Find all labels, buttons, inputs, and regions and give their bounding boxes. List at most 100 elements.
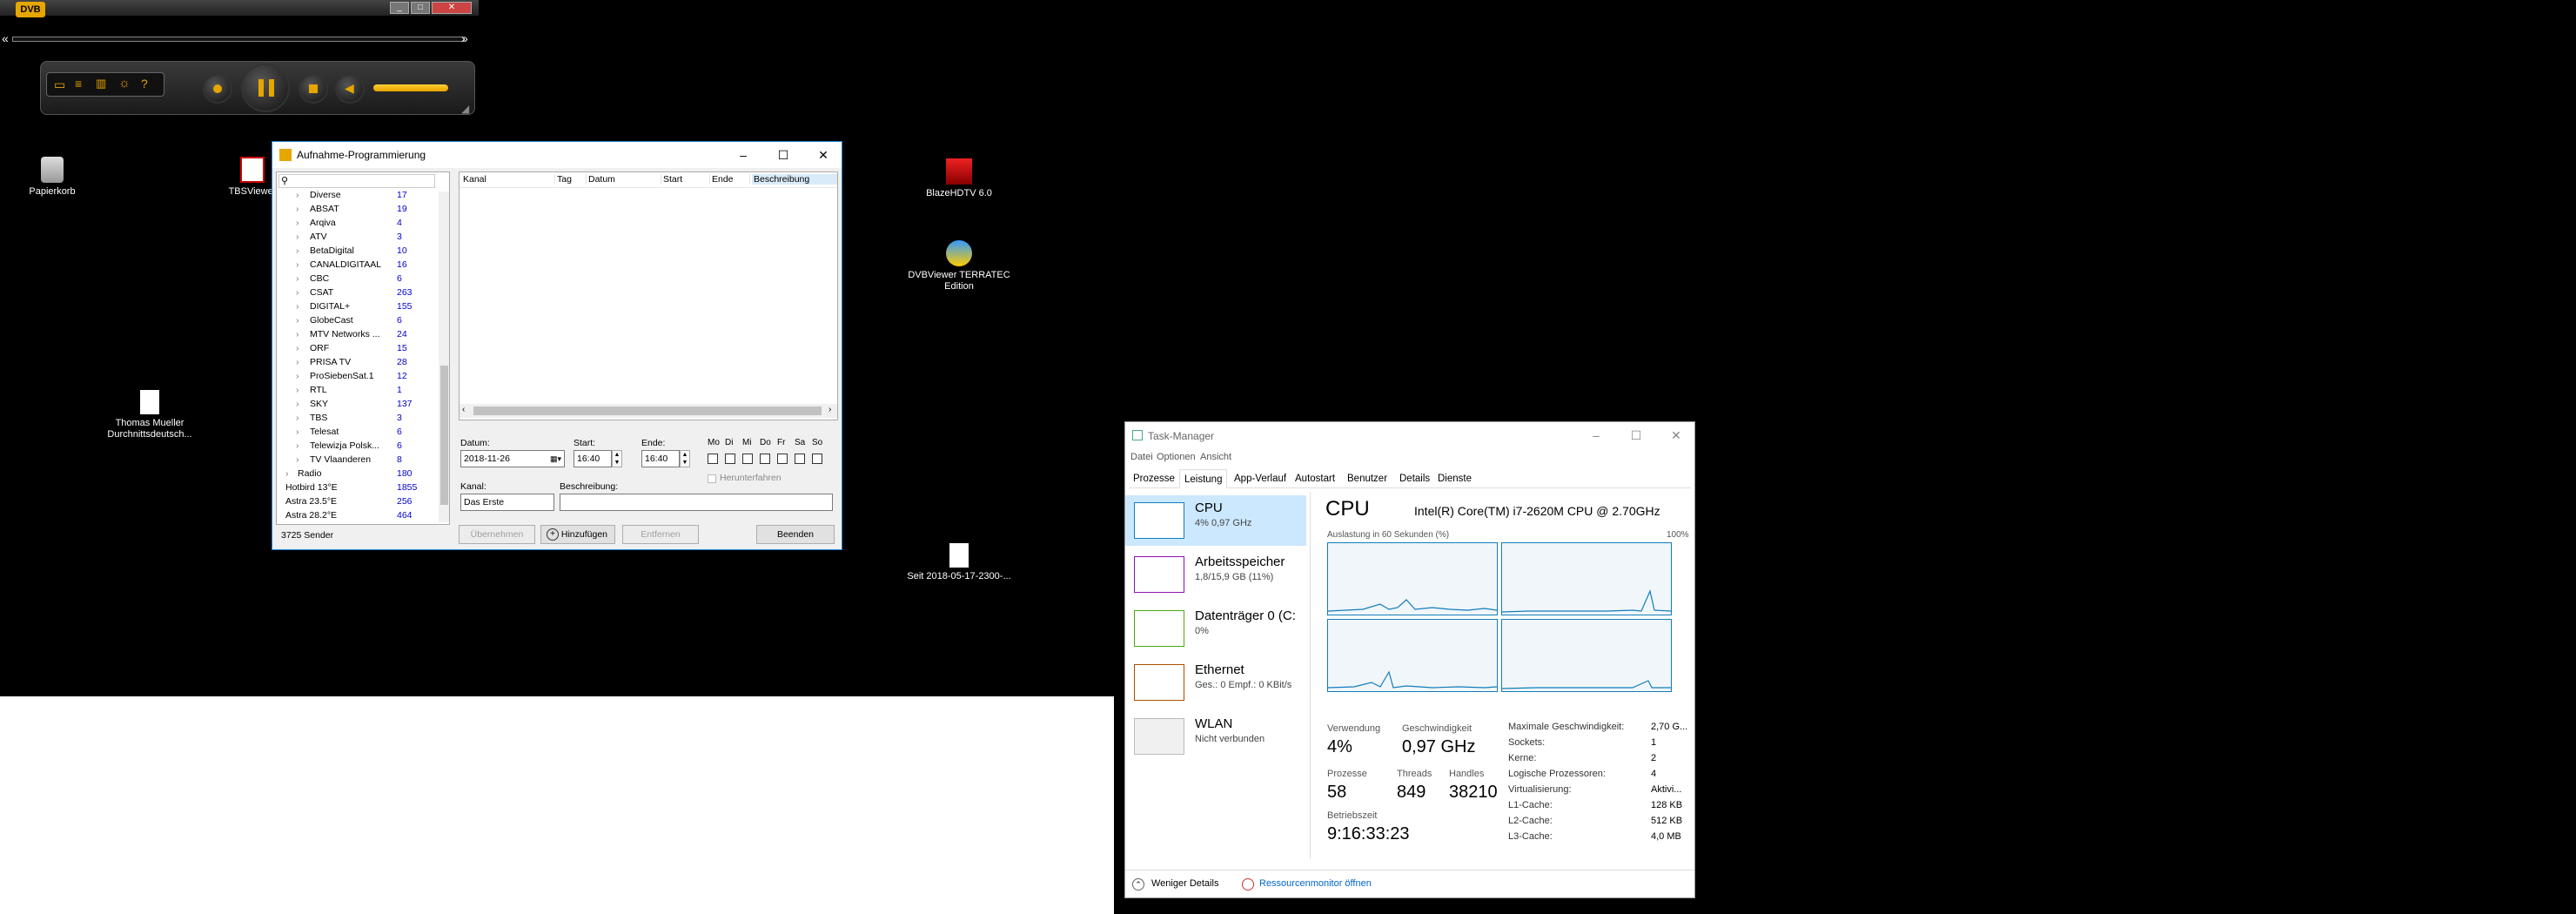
expand-arrow-icon[interactable]: › [296, 188, 299, 202]
document-shortcut[interactable]: Thomas Mueller Durchnittsdeutsch... [97, 390, 202, 440]
channel-row[interactable]: › Telewizja Polsk... 6 [277, 439, 439, 453]
entfernen-button[interactable]: Entfernen [622, 525, 699, 544]
blazehdtv-shortcut[interactable]: BlazeHDTV 6.0 [907, 158, 1011, 199]
ende-field[interactable]: 16:40 [641, 450, 680, 467]
weekday-checkbox[interactable] [725, 454, 735, 464]
seit-shortcut[interactable]: Seit 2018-05-17-2300-... [907, 543, 1011, 582]
player-maximize-button[interactable]: □ [411, 2, 430, 14]
player-minimize-button[interactable]: _ [390, 2, 409, 14]
expand-arrow-icon[interactable]: › [296, 286, 299, 299]
tm-tab[interactable]: Details [1395, 469, 1434, 488]
expand-arrow-icon[interactable]: › [296, 313, 299, 327]
weekday-checkbox[interactable] [777, 454, 788, 464]
channel-row[interactable]: › Radio 180 [277, 467, 439, 481]
expand-arrow-icon[interactable]: › [296, 216, 299, 230]
calendar-dropdown-icon[interactable]: ▦▾ [550, 451, 561, 467]
weekday-checkbox[interactable] [795, 454, 805, 464]
channel-row[interactable]: › DIGITAL+ 155 [277, 299, 439, 313]
expand-arrow-icon[interactable]: › [296, 202, 299, 216]
channel-row[interactable]: › CSAT 263 [277, 286, 439, 299]
channel-row[interactable]: › ABSAT 19 [277, 202, 439, 216]
settings-icon[interactable]: ☼ [118, 76, 131, 91]
datum-field[interactable]: 2018-11-26 ▦▾ [460, 450, 565, 467]
collapse-icon[interactable]: ⌃ [1132, 878, 1144, 890]
tm-resource-item[interactable]: Arbeitsspeicher 1,8/15,9 GB (11%) [1125, 549, 1306, 600]
tm-minimize-button[interactable]: – [1576, 422, 1616, 448]
channel-row[interactable]: › Telesat 6 [277, 425, 439, 439]
tm-menu-item[interactable]: Datei [1130, 452, 1153, 462]
hinzufuegen-button[interactable]: + Hinzufügen [540, 525, 615, 544]
seek-forward-icon[interactable]: » [461, 31, 468, 45]
start-field[interactable]: 16:40 [574, 450, 612, 467]
scroll-left-icon[interactable]: ‹ [462, 405, 465, 414]
resource-monitor-link[interactable]: Ressourcenmonitor öffnen [1259, 878, 1372, 889]
expand-arrow-icon[interactable]: › [296, 355, 299, 369]
herunterfahren-checkbox[interactable] [708, 474, 716, 483]
tm-tab[interactable]: Benutzer [1343, 469, 1392, 488]
expand-arrow-icon[interactable]: › [296, 341, 299, 355]
weekday-checkbox[interactable] [742, 454, 753, 464]
column-header[interactable]: Datum [588, 174, 661, 185]
mute-button[interactable]: ◀ [335, 74, 365, 104]
recording-maximize-button[interactable]: ☐ [763, 142, 803, 168]
help-icon[interactable]: ? [141, 77, 148, 91]
expand-arrow-icon[interactable]: › [296, 425, 299, 439]
expand-arrow-icon[interactable]: › [296, 244, 299, 258]
tm-tab[interactable]: Dienste [1433, 469, 1476, 488]
channel-row[interactable]: › Diverse 17 [277, 188, 439, 202]
tm-resource-item[interactable]: Ethernet Ges.: 0 Empf.: 0 KBit/s [1125, 657, 1306, 708]
channel-row[interactable]: › MTV Networks ... 24 [277, 327, 439, 341]
column-header[interactable]: Tag [557, 174, 587, 185]
column-header[interactable]: Start [663, 174, 710, 185]
channel-row[interactable]: Astra 23.5°E 256 [277, 494, 439, 508]
expand-arrow-icon[interactable]: › [296, 272, 299, 286]
channel-row[interactable]: › CANALDIGITAAL 16 [277, 258, 439, 272]
expand-arrow-icon[interactable]: › [296, 411, 299, 425]
tm-resource-item[interactable]: CPU 4% 0,97 GHz [1125, 495, 1306, 546]
fewer-details-link[interactable]: Weniger Details [1151, 878, 1218, 889]
tm-resource-item[interactable]: Datenträger 0 (C: 0% [1125, 603, 1306, 654]
expand-arrow-icon[interactable]: › [296, 258, 299, 272]
player-close-button[interactable]: ✕ [432, 2, 472, 14]
column-header[interactable]: Beschreibung [752, 174, 837, 185]
dvbviewer-shortcut[interactable]: DVBViewer TERRATEC Edition [907, 240, 1011, 292]
stop-button[interactable] [299, 74, 328, 104]
channel-row[interactable]: › CBC 6 [277, 272, 439, 286]
record-button[interactable] [203, 74, 232, 104]
tm-tab[interactable]: Leistung [1179, 469, 1228, 488]
volume-slider[interactable] [373, 84, 448, 91]
channel-row[interactable]: Astra 28.2°E 464 [277, 508, 439, 522]
tm-menu-item[interactable]: Optionen [1157, 452, 1196, 462]
kanal-field[interactable]: Das Erste [460, 494, 554, 511]
ende-spinner[interactable]: ▲ ▼ [680, 450, 690, 467]
channel-row[interactable]: › TV Vlaanderen 8 [277, 453, 439, 467]
channel-scrollbar[interactable] [439, 192, 449, 522]
channel-row[interactable]: › TBS 3 [277, 411, 439, 425]
expand-arrow-icon[interactable]: › [296, 327, 299, 341]
weekday-checkbox[interactable] [812, 454, 822, 464]
beenden-button[interactable]: Beenden [756, 525, 835, 544]
recycle-bin-shortcut[interactable]: Papierkorb [0, 157, 104, 198]
uebernehmen-button[interactable]: Übernehmen [459, 525, 535, 544]
start-spinner[interactable]: ▲ ▼ [612, 450, 622, 467]
equalizer-icon[interactable]: ▥ [96, 77, 106, 91]
resize-grip-icon[interactable]: ◢ [461, 103, 469, 115]
expand-arrow-icon[interactable]: › [296, 383, 299, 397]
recording-minimize-button[interactable]: – [723, 142, 763, 168]
tm-maximize-button[interactable]: ☐ [1616, 422, 1656, 448]
column-header[interactable]: Kanal [463, 174, 555, 185]
channel-row[interactable]: Hotbird 13°E 1855 [277, 481, 439, 494]
folder-icon[interactable]: ▭ [54, 77, 65, 92]
channel-row[interactable]: › ProSiebenSat.1 12 [277, 369, 439, 383]
expand-arrow-icon[interactable]: › [296, 230, 299, 244]
expand-arrow-icon[interactable]: › [296, 397, 299, 411]
expand-arrow-icon[interactable]: › [285, 467, 289, 481]
playlist-icon[interactable]: ≡ [75, 77, 82, 91]
channel-row[interactable]: › GlobeCast 6 [277, 313, 439, 327]
tm-tab[interactable]: Autostart [1291, 469, 1339, 488]
channel-row[interactable]: › BetaDigital 10 [277, 244, 439, 258]
channel-row[interactable]: › RTL 1 [277, 383, 439, 397]
tm-menu-item[interactable]: Ansicht [1200, 452, 1231, 462]
channel-row[interactable]: › SKY 137 [277, 397, 439, 411]
tm-tab[interactable]: Prozesse [1129, 469, 1179, 488]
